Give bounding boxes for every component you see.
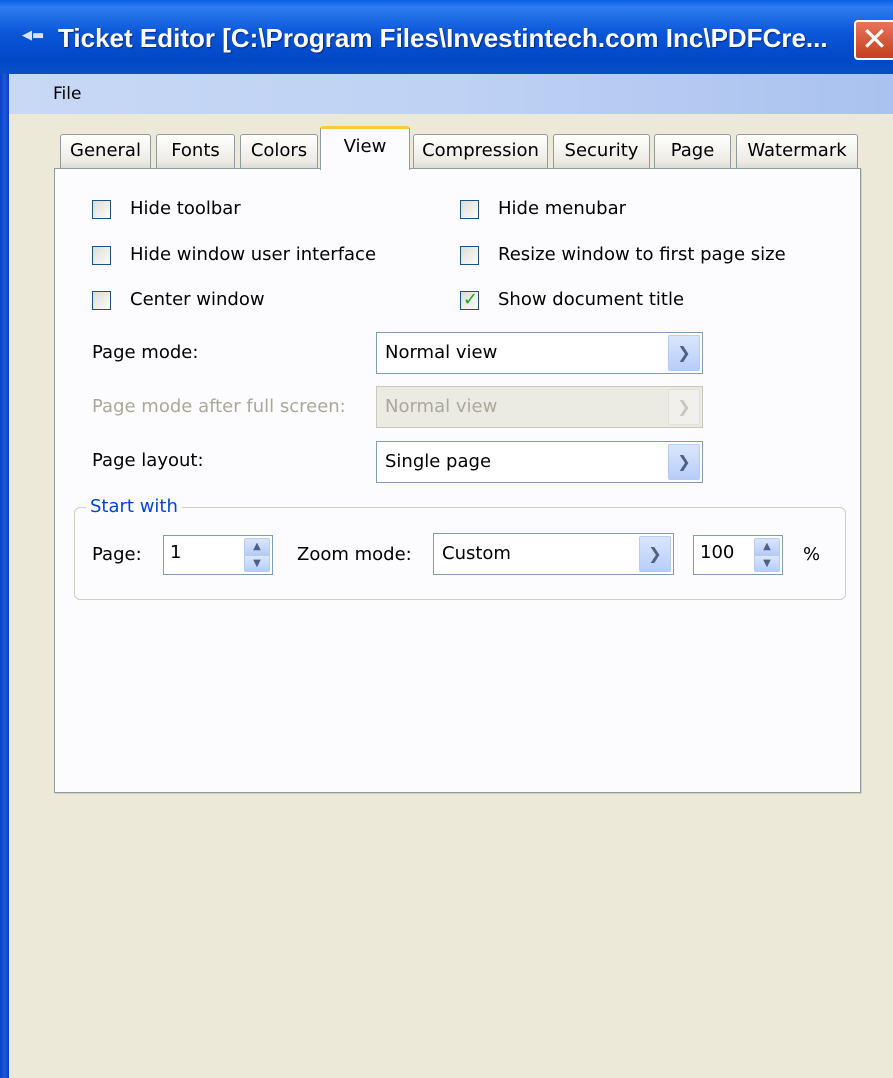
page-mode-fullscreen-label: Page mode after full screen: — [92, 396, 346, 417]
page-mode-fullscreen-select: Normal view ❯ — [376, 386, 703, 428]
hide-toolbar-checkbox[interactable] — [92, 200, 111, 219]
spin-up-icon[interactable]: ▲ — [754, 538, 780, 555]
start-page-value: 1 — [170, 542, 182, 563]
zoom-percent-spinner[interactable]: 100 ▲ ▼ — [693, 535, 783, 575]
start-with-legend: Start with — [86, 495, 182, 519]
chevron-down-icon: ❯ — [668, 389, 700, 425]
page-mode-fullscreen-value: Normal view — [385, 396, 498, 417]
window-frame-left — [0, 74, 9, 1078]
tab-compression[interactable]: Compression — [413, 134, 548, 168]
chevron-down-icon[interactable]: ❯ — [668, 444, 700, 480]
start-page-spinner[interactable]: 1 ▲ ▼ — [163, 535, 273, 575]
tab-fonts[interactable]: Fonts — [156, 134, 235, 168]
app-icon: ◀▬ — [22, 28, 45, 43]
checkmark-icon: ✓ — [463, 289, 479, 310]
resize-window-checkbox[interactable] — [460, 246, 479, 265]
start-page-label: Page: — [92, 544, 142, 565]
zoom-mode-label: Zoom mode: — [297, 544, 412, 565]
menu-file[interactable]: File — [49, 81, 85, 107]
title-bar[interactable]: ◀▬ Ticket Editor [C:\Program Files\Inves… — [0, 0, 893, 74]
center-window-checkbox[interactable] — [92, 291, 111, 310]
hide-window-ui-checkbox[interactable] — [92, 246, 111, 265]
percent-sign: % — [803, 544, 821, 565]
page-layout-select[interactable]: Single page ❯ — [376, 441, 703, 483]
page-mode-label: Page mode: — [92, 342, 199, 363]
spin-up-icon[interactable]: ▲ — [244, 538, 270, 555]
close-icon: ✕ — [861, 20, 888, 58]
zoom-mode-value: Custom — [442, 543, 511, 564]
hide-menubar-checkbox[interactable] — [460, 200, 479, 219]
page-layout-label: Page layout: — [92, 450, 204, 471]
page-layout-value: Single page — [385, 451, 492, 472]
tab-page[interactable]: Page — [654, 134, 731, 168]
tab-view[interactable]: View — [320, 126, 410, 170]
menu-bar: File — [9, 74, 893, 114]
spin-down-icon[interactable]: ▼ — [754, 555, 780, 572]
close-button[interactable]: ✕ — [854, 20, 893, 60]
center-window-label: Center window — [130, 289, 265, 310]
tab-general[interactable]: General — [60, 134, 151, 168]
tab-security[interactable]: Security — [553, 134, 650, 168]
spin-down-icon[interactable]: ▼ — [244, 555, 270, 572]
tab-watermark[interactable]: Watermark — [736, 134, 858, 168]
window-title: Ticket Editor [C:\Program Files\Investin… — [58, 23, 828, 53]
zoom-mode-select[interactable]: Custom ❯ — [433, 533, 674, 575]
zoom-percent-value: 100 — [700, 542, 735, 563]
page-mode-value: Normal view — [385, 342, 498, 363]
chevron-down-icon[interactable]: ❯ — [639, 536, 671, 572]
hide-toolbar-label: Hide toolbar — [130, 198, 241, 219]
show-document-title-checkbox[interactable]: ✓ — [460, 289, 479, 310]
chevron-down-icon[interactable]: ❯ — [668, 335, 700, 371]
tab-colors[interactable]: Colors — [240, 134, 318, 168]
resize-window-label: Resize window to first page size — [498, 244, 786, 265]
hide-window-ui-label: Hide window user interface — [130, 244, 377, 265]
show-document-title-label: Show document title — [498, 289, 685, 310]
page-mode-select[interactable]: Normal view ❯ — [376, 332, 703, 374]
hide-menubar-label: Hide menubar — [498, 198, 627, 219]
